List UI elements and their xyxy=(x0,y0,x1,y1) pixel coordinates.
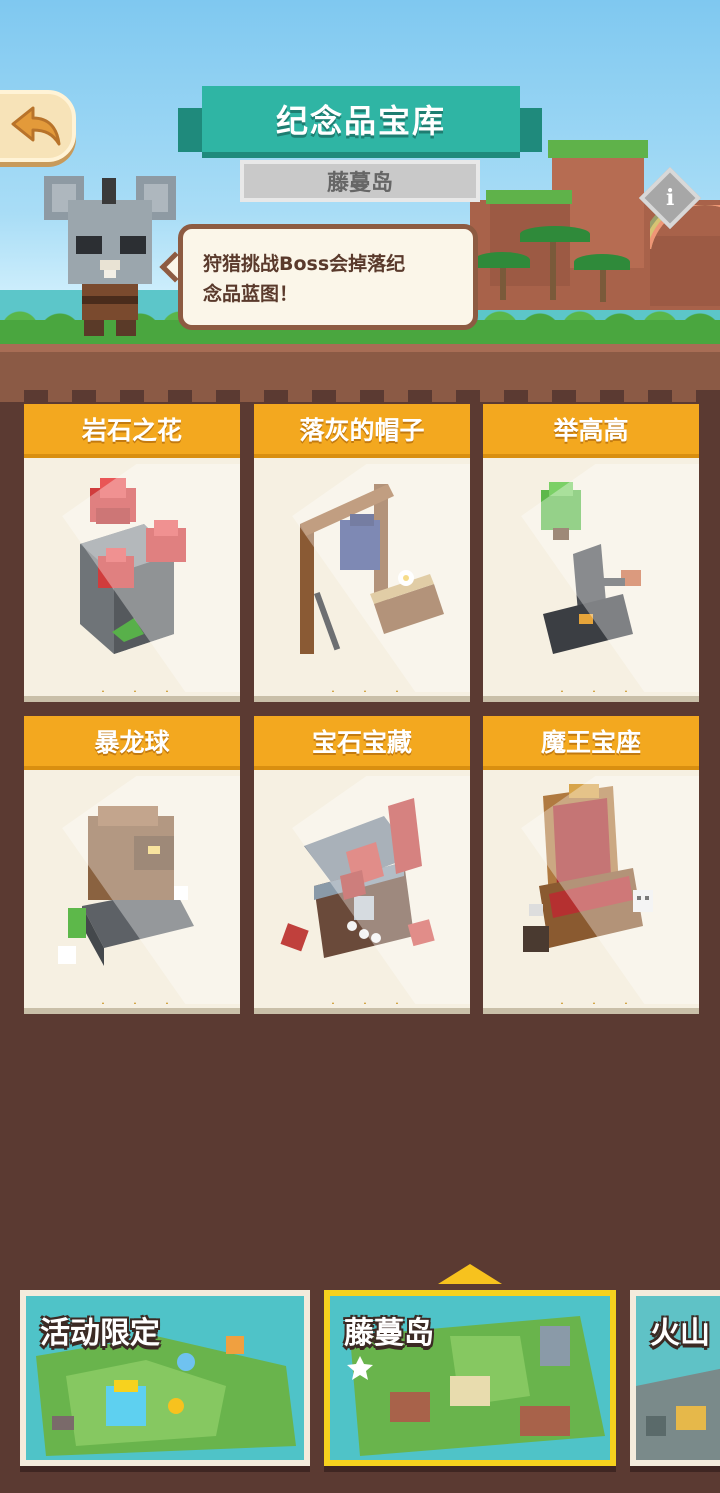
souvenir-card[interactable]: 宝石宝藏 xyxy=(254,716,470,1008)
map-tab-event[interactable]: 活动限定 xyxy=(20,1290,310,1466)
star-rating xyxy=(316,690,412,692)
island-grass-top xyxy=(548,140,648,158)
star-icon xyxy=(396,690,398,692)
star-rating xyxy=(86,690,182,692)
back-arrow-icon xyxy=(11,106,61,146)
map-tab-vine-island[interactable]: 藤蔓岛 xyxy=(324,1290,616,1466)
souvenir-card[interactable]: 举高高 xyxy=(483,404,699,696)
star-icon xyxy=(134,690,136,692)
page-title: 纪念品宝库 xyxy=(202,86,520,158)
card-title: 魔王宝座 xyxy=(483,716,699,770)
card-title: 暴龙球 xyxy=(24,716,240,770)
star-icon xyxy=(332,1002,334,1004)
star-icon xyxy=(102,1002,104,1004)
star-rating xyxy=(545,1002,641,1004)
card-art xyxy=(24,776,240,1004)
card-title: 岩石之花 xyxy=(24,404,240,458)
souvenir-card[interactable]: 落灰的帽子 xyxy=(254,404,470,696)
selection-indicator xyxy=(438,1264,502,1284)
star-icon xyxy=(134,1002,136,1004)
info-icon: i xyxy=(665,184,675,211)
palm-leaves xyxy=(474,252,530,268)
cliff-teeth xyxy=(0,378,720,402)
island-grass-step xyxy=(486,190,572,204)
star-rating xyxy=(316,1002,412,1004)
hint-line-1: 狩猎挑战Boss会掉落纪 xyxy=(203,253,406,275)
star-icon xyxy=(396,1002,398,1004)
star-icon xyxy=(364,1002,366,1004)
star-icon xyxy=(625,690,627,692)
cliff-edge xyxy=(0,344,720,352)
palm-leaves xyxy=(574,254,630,270)
souvenir-card[interactable]: 岩石之花 xyxy=(24,404,240,696)
star-icon xyxy=(625,1002,627,1004)
card-art xyxy=(483,464,699,692)
card-title: 举高高 xyxy=(483,404,699,458)
map-label: 藤蔓岛 xyxy=(344,1316,434,1351)
island-subtitle: 藤蔓岛 xyxy=(240,160,480,202)
palm-trunk xyxy=(550,236,556,300)
star-icon xyxy=(593,1002,595,1004)
card-art xyxy=(24,464,240,692)
back-button[interactable] xyxy=(0,90,76,162)
souvenir-card[interactable]: 暴龙球 xyxy=(24,716,240,1008)
star-rating xyxy=(545,690,641,692)
star-icon xyxy=(166,690,168,692)
star-rating xyxy=(86,1002,182,1004)
map-label: 活动限定 xyxy=(40,1316,160,1351)
palm-leaves xyxy=(520,226,590,242)
speech-bubble: 狩猎挑战Boss会掉落纪 念品蓝图！ xyxy=(178,224,478,330)
hint-line-2: 念品蓝图！ xyxy=(203,283,299,305)
star-icon xyxy=(364,690,366,692)
star-icon xyxy=(166,1002,168,1004)
card-art xyxy=(254,776,470,1004)
map-tab-volcano[interactable]: 火山 xyxy=(630,1290,720,1466)
souvenir-card[interactable]: 魔王宝座 xyxy=(483,716,699,1008)
card-art xyxy=(483,776,699,1004)
card-title: 宝石宝藏 xyxy=(254,716,470,770)
card-title: 落灰的帽子 xyxy=(254,404,470,458)
map-label: 火山 xyxy=(650,1316,710,1351)
card-art xyxy=(254,464,470,692)
star-icon xyxy=(593,690,595,692)
star-icon xyxy=(561,1002,563,1004)
mouse-mascot-icon xyxy=(44,176,176,336)
star-icon xyxy=(561,690,563,692)
star-icon xyxy=(332,690,334,692)
star-icon xyxy=(102,690,104,692)
